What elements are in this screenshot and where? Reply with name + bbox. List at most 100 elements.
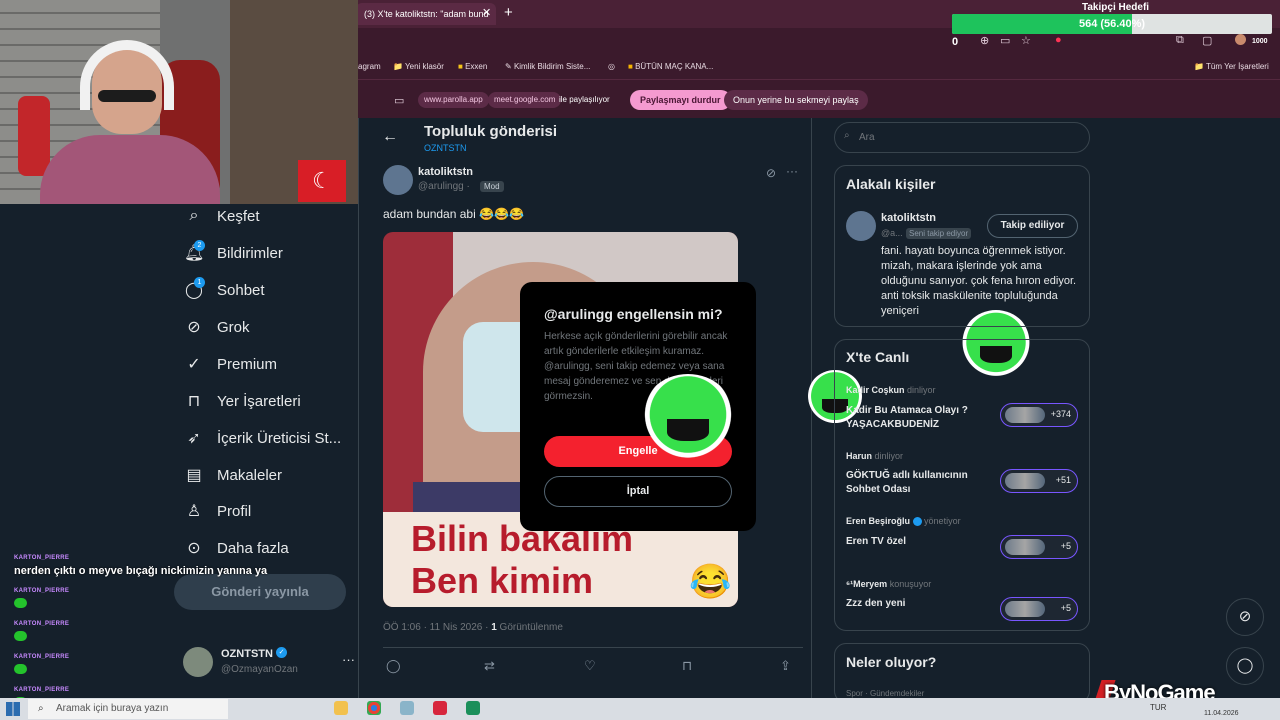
nav-articles[interactable]: ▤ Makaleler	[184, 463, 282, 487]
file-explorer-icon[interactable]	[334, 701, 348, 715]
bookmark-item[interactable]: ✎ Kimlik Bildirim Siste...	[505, 62, 590, 71]
nav-bookmarks[interactable]: ⊓ Yer İşaretleri	[184, 389, 301, 413]
verified-icon: ✓	[276, 647, 287, 658]
chrome-icon[interactable]	[367, 701, 381, 715]
repost-icon[interactable]: ⇄	[484, 658, 495, 674]
app-icon[interactable]	[466, 701, 480, 715]
space-title[interactable]: Kadir Bu Atamaca Olayı ? YAŞACAKBUDENİZ	[846, 404, 996, 432]
nav-label: Yer İşaretleri	[217, 392, 301, 410]
all-bookmarks[interactable]: 📁 Tüm Yer İşaretleri	[1194, 62, 1269, 71]
language-indicator[interactable]: TUR	[1150, 703, 1166, 712]
turkish-flag: ☾	[298, 160, 346, 202]
related-avatar[interactable]	[846, 211, 876, 241]
account-name[interactable]: OZNTSTN	[221, 648, 273, 660]
nav-profile[interactable]: ♙ Profil	[184, 499, 251, 523]
new-tab-button[interactable]: +	[504, 4, 513, 21]
nav-grok[interactable]: ⊘ Grok	[184, 315, 249, 339]
globe-icon[interactable]: ◎	[608, 62, 615, 71]
verified-icon	[912, 517, 922, 527]
bookmark-item[interactable]: ■ BÜTÜN MAÇ KANA...	[628, 62, 713, 71]
community-link[interactable]: OZNTSTN	[424, 143, 467, 153]
extension-icon[interactable]: ●	[1055, 34, 1062, 46]
space-listeners[interactable]: +374	[1000, 403, 1078, 427]
webcam-overlay: ☾	[0, 0, 358, 204]
space-listeners[interactable]: +5	[1000, 535, 1078, 559]
share-this-tab-button[interactable]: Onun yerine bu sekmeyi paylaş	[724, 90, 868, 110]
space-title[interactable]: Eren TV özel	[846, 535, 996, 549]
window-icon[interactable]: ▢	[1202, 34, 1212, 47]
author-avatar[interactable]	[383, 165, 413, 195]
tab-close-icon[interactable]: ✕	[482, 6, 491, 19]
premium-icon: ✓	[187, 356, 201, 373]
messages-float-button[interactable]: ◯	[1226, 647, 1264, 685]
browser-tab[interactable]: (3) X'te katoliktstn: "adam bund	[356, 3, 496, 25]
extensions-icon[interactable]: ⧉	[1176, 34, 1184, 47]
taskbar-search-input[interactable]: Aramak için buraya yazın	[28, 699, 228, 719]
post-button[interactable]: Gönderi yayınla	[174, 574, 346, 610]
nav-label: İçerik Üreticisi St...	[217, 429, 342, 447]
obs-icon[interactable]	[433, 701, 447, 715]
stop-sharing-button[interactable]: Paylaşmayı durdur	[630, 90, 731, 110]
article-icon: ▤	[186, 467, 202, 484]
author-handle: @arulingg ·	[418, 181, 470, 192]
bookmark-item[interactable]: agram	[358, 62, 381, 71]
share-screen-icon[interactable]: ▭	[1000, 34, 1010, 47]
following-button[interactable]: Takip ediliyor	[987, 214, 1078, 238]
share-site-pill: meet.google.com	[488, 92, 562, 108]
bookmark-icon: ⊓	[187, 393, 201, 410]
account-more-button[interactable]: ···	[342, 652, 355, 667]
bookmark-icon[interactable]: ⊓	[682, 658, 692, 674]
listener-avatars	[1005, 601, 1045, 617]
reply-icon[interactable]: ◯	[386, 658, 401, 674]
more-icon[interactable]: ···	[786, 164, 798, 178]
search-input[interactable]: Ara	[834, 122, 1090, 153]
star-icon[interactable]: ☆	[1021, 34, 1031, 47]
profile-avatar[interactable]	[1235, 34, 1246, 45]
bookmark-label: Tüm Yer İşaretleri	[1206, 62, 1269, 71]
nav-more[interactable]: ⊙ Daha fazla	[184, 536, 289, 560]
bookmark-label: Yeni klasör	[405, 62, 444, 71]
nav-explore[interactable]: ⌕ Keşfet	[184, 204, 260, 228]
listener-count: +51	[1055, 475, 1071, 485]
host-name: Eren Beşiroğlu	[846, 516, 911, 526]
grok-float-button[interactable]: ⊘	[1226, 598, 1264, 636]
back-arrow-icon[interactable]: ←	[382, 128, 398, 146]
bookmark-folder[interactable]: 📁 Yeni klasör	[393, 62, 444, 71]
screen-icon: ▭	[394, 95, 405, 107]
person-icon: ♙	[186, 503, 202, 520]
host-status: dinliyor	[874, 451, 904, 461]
like-icon[interactable]: ♡	[584, 658, 596, 674]
zoom-icon[interactable]: ⊕	[980, 34, 989, 47]
author-name[interactable]: katoliktstn	[418, 166, 473, 178]
green-emote-icon	[640, 374, 736, 464]
dialog-title: @arulingg engellensin mi?	[544, 306, 723, 322]
chat-message: nerden çıktı o meyve bıçağı nickimizin y…	[14, 565, 268, 577]
share-icon[interactable]: ⇪	[780, 658, 791, 674]
host-status: yönetiyor	[924, 516, 961, 526]
cancel-button[interactable]: İptal	[544, 476, 732, 507]
nav-premium[interactable]: ✓ Premium	[184, 352, 277, 376]
space-host: ⁶¹Meryem konuşuyor	[846, 579, 931, 589]
divider	[383, 647, 803, 648]
nav-creator-studio[interactable]: ➶ İçerik Üreticisi St...	[184, 426, 341, 450]
space-listeners[interactable]: +51	[1000, 469, 1078, 493]
bookmark-item[interactable]: ■ Exxen	[458, 62, 487, 71]
app-icon[interactable]	[400, 701, 414, 715]
nav-label: Daha fazla	[217, 539, 289, 557]
space-host: Eren Beşiroğlu yönetiyor	[846, 516, 961, 527]
follows-you-badge: Seni takip ediyor	[906, 228, 972, 239]
emote-mouth	[666, 419, 710, 441]
windows-start-icon[interactable]	[6, 702, 20, 716]
microphone	[18, 96, 50, 176]
green-emote-icon	[14, 598, 27, 608]
space-title[interactable]: GÖKTUĞ adlı kullanıcının Sohbet Odası	[846, 469, 996, 497]
streamer-body	[40, 135, 220, 204]
space-listeners[interactable]: +5	[1000, 597, 1078, 621]
grok-icon[interactable]: ⊘	[766, 166, 776, 180]
space-title[interactable]: Zzz den yeni	[846, 597, 996, 611]
nav-label: Bildirimler	[217, 244, 283, 262]
related-name[interactable]: katoliktstn	[881, 212, 936, 224]
nav-label: Premium	[217, 355, 278, 373]
account-avatar[interactable]	[183, 647, 213, 677]
space-host: Kadir Coşkun dinliyor	[846, 385, 936, 395]
